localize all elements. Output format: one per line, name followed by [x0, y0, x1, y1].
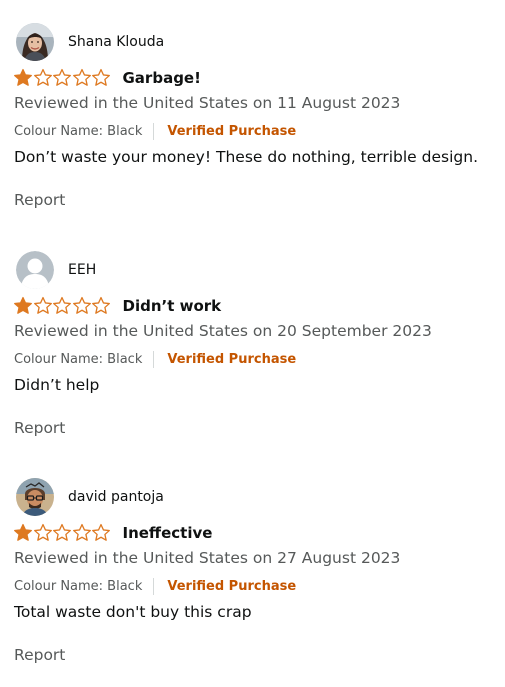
review-title[interactable]: Didn’t work — [123, 297, 222, 315]
review-date: Reviewed in the United States on 27 Augu… — [14, 549, 401, 567]
report-link[interactable]: Report — [14, 419, 65, 437]
reviewer-avatar[interactable] — [16, 23, 54, 61]
reviewer-name[interactable]: EEH — [68, 262, 96, 278]
review-body: Don’t waste your money! These do nothing… — [14, 148, 478, 166]
review-date: Reviewed in the United States on 11 Augu… — [14, 94, 401, 112]
verified-purchase-badge: Verified Purchase — [167, 578, 297, 594]
report-link[interactable]: Report — [14, 646, 65, 664]
reviewer-profile[interactable]: david pantoja — [16, 477, 164, 517]
review-title[interactable]: Garbage! — [123, 69, 201, 87]
review-meta: Colour Name: Black Verified Purchase — [14, 349, 296, 369]
star-empty-icon — [92, 296, 110, 314]
rating-line: Ineffective — [13, 522, 212, 544]
reviewer-avatar[interactable] — [16, 478, 54, 516]
review-meta: Colour Name: Black Verified Purchase — [14, 121, 296, 141]
review-title[interactable]: Ineffective — [123, 524, 213, 542]
reviewer-profile[interactable]: EEH — [16, 250, 96, 290]
star-empty-icon — [53, 523, 71, 541]
variant-label: Colour Name: Black — [14, 123, 143, 139]
star-empty-icon — [53, 68, 71, 86]
reviewer-name[interactable]: Shana Klouda — [68, 34, 164, 50]
default-avatar-icon[interactable] — [16, 251, 54, 289]
review-meta: Colour Name: Black Verified Purchase — [14, 576, 296, 596]
verified-purchase-badge: Verified Purchase — [167, 123, 297, 139]
star-empty-icon — [33, 68, 52, 86]
star-empty-icon — [92, 68, 110, 86]
star-rating[interactable] — [13, 296, 111, 316]
verified-purchase-badge: Verified Purchase — [167, 351, 297, 367]
reviewer-profile[interactable]: Shana Klouda — [16, 22, 164, 62]
star-empty-icon — [92, 523, 110, 541]
meta-divider — [153, 122, 155, 140]
rating-line: Garbage! — [13, 67, 201, 89]
star-empty-icon — [53, 296, 71, 314]
star-filled-icon — [14, 68, 32, 86]
star-rating[interactable] — [13, 68, 111, 88]
variant-label: Colour Name: Black — [14, 351, 143, 367]
star-empty-icon — [33, 523, 52, 541]
star-empty-icon — [33, 296, 52, 314]
reviewer-name[interactable]: david pantoja — [68, 489, 164, 505]
star-empty-icon — [72, 296, 91, 314]
star-filled-icon — [14, 523, 32, 541]
review-body: Didn’t help — [14, 376, 100, 394]
star-empty-icon — [72, 523, 91, 541]
star-empty-icon — [72, 68, 91, 86]
meta-divider — [153, 577, 155, 595]
meta-divider — [153, 350, 155, 368]
variant-label: Colour Name: Black — [14, 578, 143, 594]
report-link[interactable]: Report — [14, 191, 65, 209]
star-filled-icon — [14, 296, 32, 314]
rating-line: Didn’t work — [13, 295, 221, 317]
review-body: Total waste don't buy this crap — [14, 603, 252, 621]
review-date: Reviewed in the United States on 20 Sept… — [14, 322, 432, 340]
star-rating[interactable] — [13, 523, 111, 543]
